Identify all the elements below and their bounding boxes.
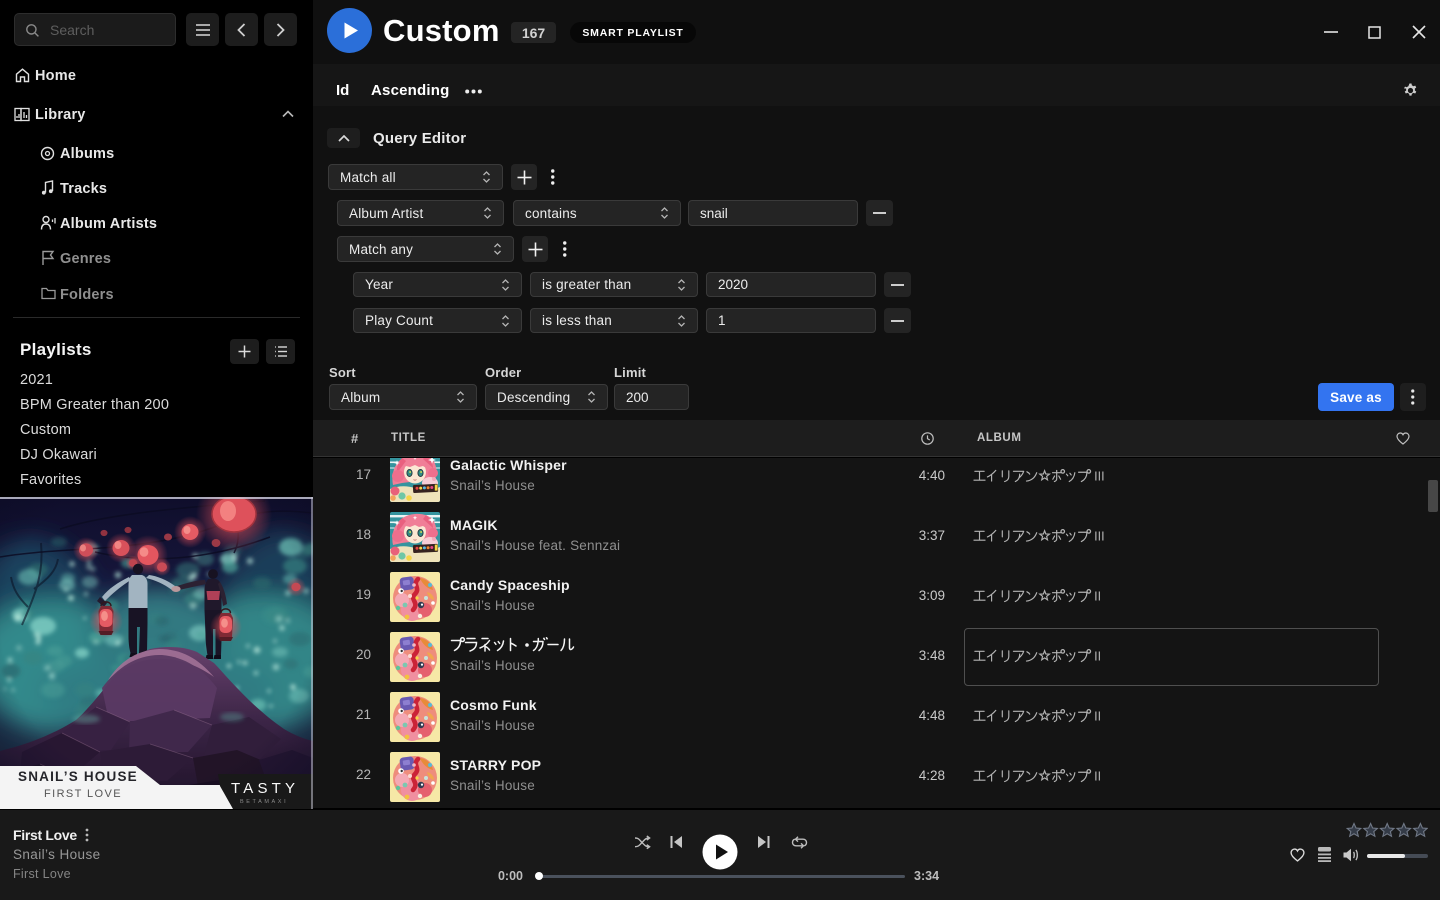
svg-text:SNAIL’S HOUSE: SNAIL’S HOUSE <box>18 769 138 784</box>
svg-text:II: II <box>1094 769 1101 783</box>
svg-text:III: III <box>1094 529 1104 543</box>
svg-text:III: III <box>1094 469 1104 483</box>
svg-text:II: II <box>1094 649 1101 663</box>
svg-text:II: II <box>1094 589 1101 603</box>
svg-text:TASTY: TASTY <box>231 780 299 797</box>
svg-text:II: II <box>1094 709 1101 723</box>
svg-text:BETAMAXI: BETAMAXI <box>240 799 288 805</box>
svg-text:FIRST LOVE: FIRST LOVE <box>44 788 122 800</box>
